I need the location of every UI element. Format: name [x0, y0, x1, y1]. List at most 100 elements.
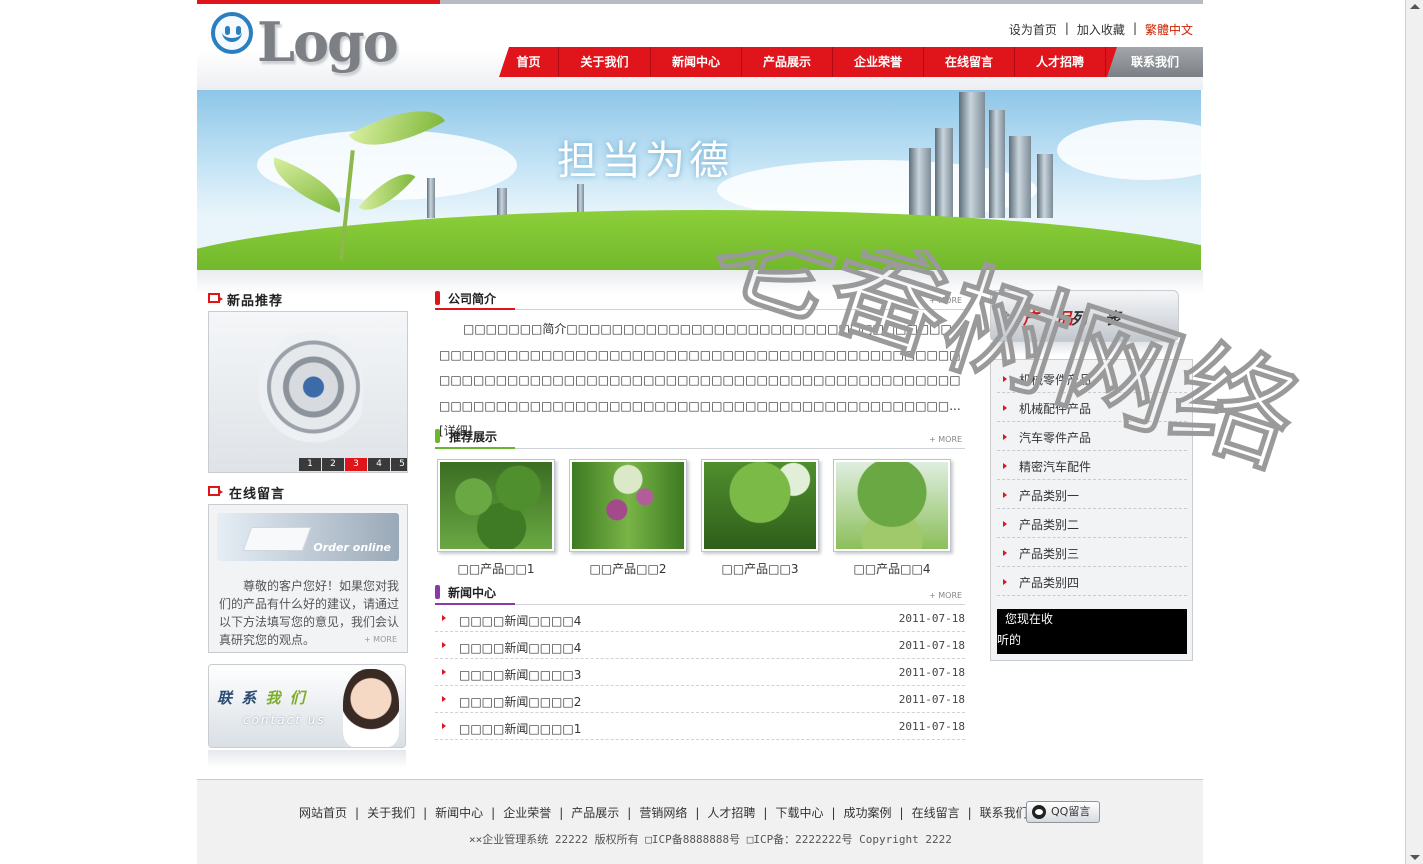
nav-products[interactable]: 产品展示 [742, 47, 833, 77]
order-online-image[interactable]: Order online [217, 513, 399, 561]
qq-message-button[interactable]: QQ留言 [1026, 801, 1100, 823]
news-title-bar [435, 585, 440, 599]
bullet-arrow-icon [1003, 579, 1007, 585]
bullet-arrow-icon [442, 615, 446, 621]
featured-product[interactable]: □□产品□□1 [437, 459, 559, 577]
traditional-chinese-link[interactable]: 繁體中文 [1145, 21, 1193, 38]
nav-home[interactable]: 首页 [499, 47, 559, 77]
footer-link[interactable]: 下载中心 [767, 804, 831, 821]
intro-more-link[interactable]: + MORE [929, 296, 962, 305]
logo-text[interactable]: Logo [257, 10, 399, 74]
category-link[interactable]: 机械配件产品 [1019, 400, 1091, 417]
news-title-link[interactable]: □□□□新闻□□□□4 [459, 639, 581, 656]
bullet-arrow-icon [1003, 550, 1007, 556]
bullet-arrow-icon [1003, 521, 1007, 527]
pager-5[interactable]: 5 [391, 458, 407, 471]
featured-product-image[interactable] [833, 459, 951, 552]
bullet-arrow-icon [442, 669, 446, 675]
featured-product-image[interactable] [569, 459, 687, 552]
pager-2[interactable]: 2 [322, 458, 344, 471]
category-item[interactable]: 产品类别三 [997, 538, 1187, 567]
category-item[interactable]: 产品类别二 [997, 509, 1187, 538]
category-item[interactable]: 精密汽车配件 [997, 451, 1187, 480]
product-image[interactable] [253, 324, 363, 450]
set-homepage-link[interactable]: 设为首页 [1009, 21, 1057, 38]
category-link[interactable]: 机械零件产品 [1019, 371, 1091, 388]
vertical-scrollbar[interactable] [1405, 0, 1423, 864]
featured-product-caption[interactable]: □□产品□□2 [569, 560, 687, 577]
category-item[interactable]: 机械配件产品 [997, 393, 1187, 422]
news-row[interactable]: □□□□新闻□□□□4 2011-07-18 [435, 632, 965, 659]
featured-product-caption[interactable]: □□产品□□3 [701, 560, 819, 577]
news-row[interactable]: □□□□新闻□□□□3 2011-07-18 [435, 659, 965, 686]
nav-honors[interactable]: 企业荣誉 [833, 47, 924, 77]
online-text-2: 听的 [997, 633, 1022, 647]
featured-product-image[interactable] [701, 459, 819, 552]
bullet-arrow-icon [1003, 434, 1007, 440]
news-title: 新闻中心 [448, 586, 497, 600]
new-product-slideshow[interactable]: 1 2 3 4 5 [208, 311, 408, 473]
new-products-title: 新品推荐 [227, 294, 284, 309]
pager-3[interactable]: 3 [345, 458, 367, 471]
news-row[interactable]: □□□□新闻□□□□1 2011-07-18 [435, 713, 965, 740]
category-link[interactable]: 产品类别三 [1019, 545, 1079, 562]
news-title-link[interactable]: □□□□新闻□□□□4 [459, 612, 581, 629]
new-products-icon [208, 293, 223, 303]
scroll-down-icon[interactable] [1410, 855, 1420, 860]
header: Logo 设为首页 | 加入收藏 | 繁體中文 首页 关于我们 新闻中心 产品展… [197, 4, 1203, 90]
news-row[interactable]: □□□□新闻□□□□2 2011-07-18 [435, 686, 965, 713]
category-link[interactable]: 产品类别四 [1019, 574, 1079, 591]
footer-link[interactable]: 成功案例 [836, 804, 900, 821]
bullet-arrow-icon [442, 642, 446, 648]
footer-link[interactable]: 产品展示 [563, 804, 627, 821]
pager-1[interactable]: 1 [299, 458, 321, 471]
footer-link[interactable]: 营销网络 [631, 804, 695, 821]
featured-product[interactable]: □□产品□□4 [833, 459, 955, 577]
message-more-link[interactable]: + MORE [364, 635, 397, 644]
category-link[interactable]: 产品类别一 [1019, 487, 1079, 504]
category-link[interactable]: 精密汽车配件 [1019, 458, 1091, 475]
news-row[interactable]: □□□□新闻□□□□4 2011-07-18 [435, 605, 965, 632]
add-favorite-link[interactable]: 加入收藏 [1077, 21, 1125, 38]
category-link[interactable]: 产品类别二 [1019, 516, 1079, 533]
news-title-link[interactable]: □□□□新闻□□□□3 [459, 666, 581, 683]
footer-link[interactable]: 人才招聘 [699, 804, 763, 821]
footer-link[interactable]: 网站首页 [299, 804, 355, 821]
featured-product-image[interactable] [437, 459, 555, 552]
laptop-graphic [242, 527, 312, 551]
featured-product[interactable]: □□产品□□3 [701, 459, 823, 577]
news-title-link[interactable]: □□□□新闻□□□□2 [459, 693, 581, 710]
contact-us-banner[interactable]: 联 系 我 们 contact us [208, 664, 406, 748]
contact-cn-part1: 联 系 [217, 689, 259, 707]
smiley-logo-icon[interactable] [211, 12, 253, 54]
banner-hill [197, 210, 1201, 270]
nav-contact[interactable]: 联系我们 [1107, 47, 1203, 77]
news-list: □□□□新闻□□□□4 2011-07-18 □□□□新闻□□□□4 2011-07… [435, 605, 965, 740]
nav-news[interactable]: 新闻中心 [651, 47, 742, 77]
slideshow-pager: 1 2 3 4 5 [299, 458, 407, 471]
news-more-link[interactable]: + MORE [929, 591, 962, 600]
category-item[interactable]: 产品类别一 [997, 480, 1187, 509]
featured-product-caption[interactable]: □□产品□□4 [833, 560, 951, 577]
footer-link[interactable]: 在线留言 [904, 804, 968, 821]
category-link[interactable]: 汽车零件产品 [1019, 429, 1091, 446]
qq-penguin-icon [1032, 805, 1046, 819]
category-item[interactable]: 机械零件产品 [997, 364, 1187, 393]
category-item[interactable]: 汽车零件产品 [997, 422, 1187, 451]
footer-link[interactable]: 关于我们 [359, 804, 423, 821]
featured-product[interactable]: □□产品□□2 [569, 459, 691, 577]
scroll-up-icon[interactable] [1410, 4, 1420, 9]
featured-more-link[interactable]: + MORE [929, 435, 962, 444]
nav-about[interactable]: 关于我们 [559, 47, 651, 77]
nav-message[interactable]: 在线留言 [924, 47, 1015, 77]
pager-4[interactable]: 4 [368, 458, 390, 471]
category-item[interactable]: 产品类别四 [997, 567, 1187, 596]
banner-building [1037, 154, 1053, 218]
featured-product-caption[interactable]: □□产品□□1 [437, 560, 555, 577]
footer-link[interactable]: 企业荣誉 [495, 804, 559, 821]
news-title-link[interactable]: □□□□新闻□□□□1 [459, 720, 581, 737]
footer-link[interactable]: 新闻中心 [427, 804, 491, 821]
nav-jobs[interactable]: 人才招聘 [1015, 47, 1106, 77]
news-date: 2011-07-18 [898, 612, 965, 625]
online-player-box[interactable]: 您现在收 听的 [997, 609, 1187, 654]
